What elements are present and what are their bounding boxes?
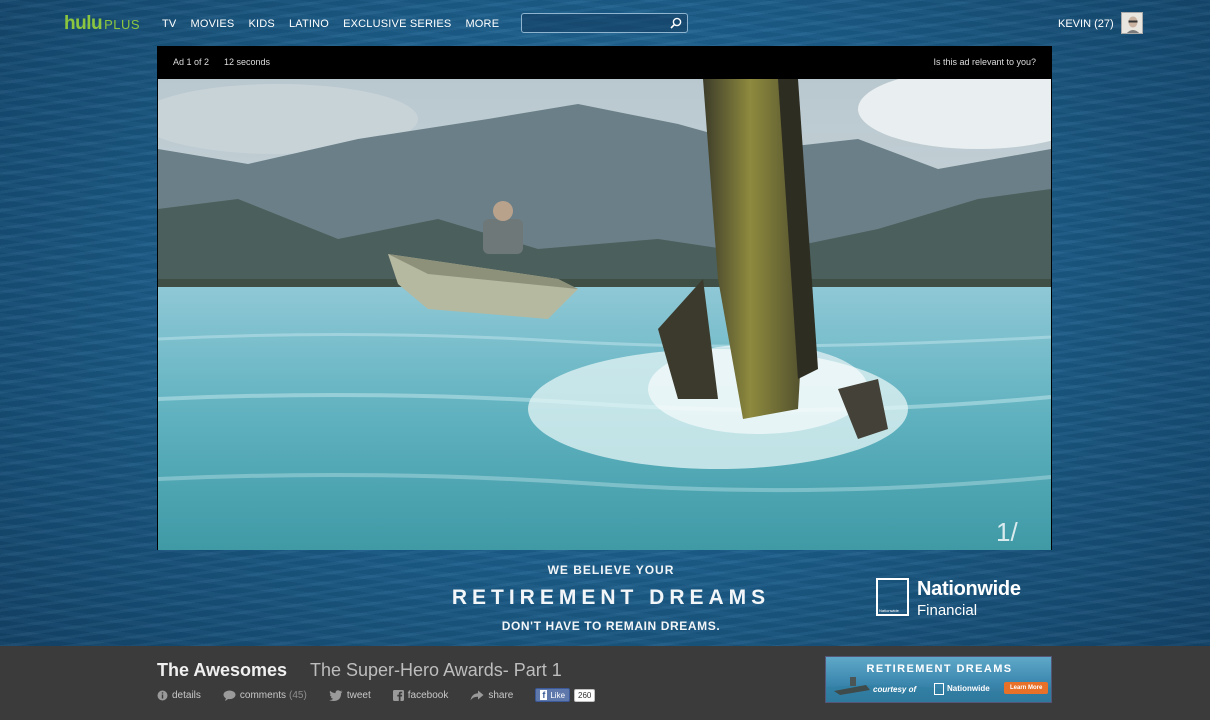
- ad-caption-line1: WE BELIEVE YOUR: [547, 563, 675, 577]
- comments-label: comments: [239, 689, 287, 701]
- ad-relevant-link[interactable]: Is this ad relevant to you?: [933, 57, 1036, 67]
- top-nav: hulu PLUS TV MOVIES KIDS LATINO EXCLUSIVE…: [0, 0, 1210, 46]
- share-icon: [470, 690, 484, 700]
- ad-caption-line3: DON'T HAVE TO REMAIN DREAMS.: [501, 619, 721, 633]
- share-button[interactable]: share: [470, 690, 513, 701]
- nav-item-movies[interactable]: MOVIES: [190, 18, 234, 30]
- details-label: details: [172, 689, 201, 701]
- twitter-icon: [328, 689, 343, 701]
- banner-logo-text: Nationwide: [947, 684, 990, 694]
- banner-logo: Nationwide: [934, 683, 990, 695]
- nav-item-tv[interactable]: TV: [162, 18, 176, 30]
- banner-ad[interactable]: RETIREMENT DREAMS courtesy of Nationwide…: [825, 656, 1052, 703]
- comments-count: (45): [289, 689, 307, 701]
- details-button[interactable]: details: [157, 690, 201, 701]
- nav-menu: TV MOVIES KIDS LATINO EXCLUSIVE SERIES M…: [162, 18, 513, 30]
- info-bar: The Awesomes The Super-Hero Awards- Part…: [0, 646, 1210, 720]
- nationwide-sub: Financial: [917, 602, 978, 619]
- facebook-button[interactable]: facebook: [392, 689, 449, 701]
- nav-item-kids[interactable]: KIDS: [248, 18, 274, 30]
- nav-item-more[interactable]: MORE: [465, 18, 499, 30]
- video-frame[interactable]: 1/: [158, 79, 1051, 550]
- avatar-image: [1122, 13, 1142, 33]
- episode-title: The Super-Hero Awards- Part 1: [310, 660, 562, 680]
- nationwide-logo-box: Nationwide: [876, 578, 909, 616]
- comment-icon: [223, 690, 236, 701]
- hulu-plus-logo[interactable]: hulu PLUS: [64, 13, 140, 35]
- info-icon: [157, 690, 168, 700]
- like-count: 260: [574, 688, 596, 702]
- nationwide-name: Nationwide: [917, 578, 1021, 600]
- user-menu[interactable]: KEVIN (27): [1058, 18, 1114, 30]
- nav-item-exclusive-series[interactable]: EXCLUSIVE SERIES: [343, 18, 451, 30]
- logo-hulu-text: hulu: [64, 13, 103, 34]
- banner-logo-box: [934, 683, 944, 695]
- nationwide-box-text: Nationwide: [879, 608, 899, 613]
- ad-caption: WE BELIEVE YOUR RETIREMENT DREAMS DON'T …: [441, 563, 781, 633]
- nationwide-logo: Nationwide Nationwide Financial: [876, 578, 1056, 620]
- share-label: share: [488, 689, 514, 701]
- search-input[interactable]: [522, 15, 662, 33]
- facebook-icon: [392, 689, 404, 701]
- video-player[interactable]: Ad 1 of 2 12 seconds Is this ad relevant…: [157, 46, 1052, 550]
- svg-text:1/: 1/: [996, 517, 1018, 547]
- ad-caption-line2: RETIREMENT DREAMS: [451, 586, 771, 609]
- avatar[interactable]: [1121, 12, 1143, 34]
- comments-button[interactable]: comments (45): [223, 690, 307, 701]
- like-label: Like: [550, 690, 566, 700]
- tweet-label: tweet: [346, 689, 371, 701]
- video-scene: 1/: [158, 79, 1051, 550]
- facebook-like-widget: f Like 260: [535, 688, 596, 702]
- ad-seconds: 12 seconds: [224, 57, 271, 67]
- banner-title: RETIREMENT DREAMS: [866, 663, 1013, 675]
- banner-learn-more-button[interactable]: Learn More: [1004, 682, 1049, 694]
- tweet-button[interactable]: tweet: [328, 689, 371, 701]
- show-title[interactable]: The Awesomes: [157, 660, 287, 681]
- logo-plus-text: PLUS: [104, 17, 141, 32]
- search-box: [521, 13, 688, 33]
- facebook-label: facebook: [407, 689, 449, 701]
- nav-item-latino[interactable]: LATINO: [289, 18, 329, 30]
- banner-courtesy: courtesy of: [873, 685, 917, 694]
- facebook-f-icon: f: [540, 690, 548, 700]
- ad-bar: Ad 1 of 2 12 seconds Is this ad relevant…: [157, 46, 1052, 79]
- facebook-like-button[interactable]: f Like: [535, 688, 571, 702]
- search-icon[interactable]: [669, 16, 683, 30]
- action-row: details comments (45) tweet facebook sha…: [157, 688, 596, 702]
- ad-count: Ad 1 of 2: [173, 57, 210, 67]
